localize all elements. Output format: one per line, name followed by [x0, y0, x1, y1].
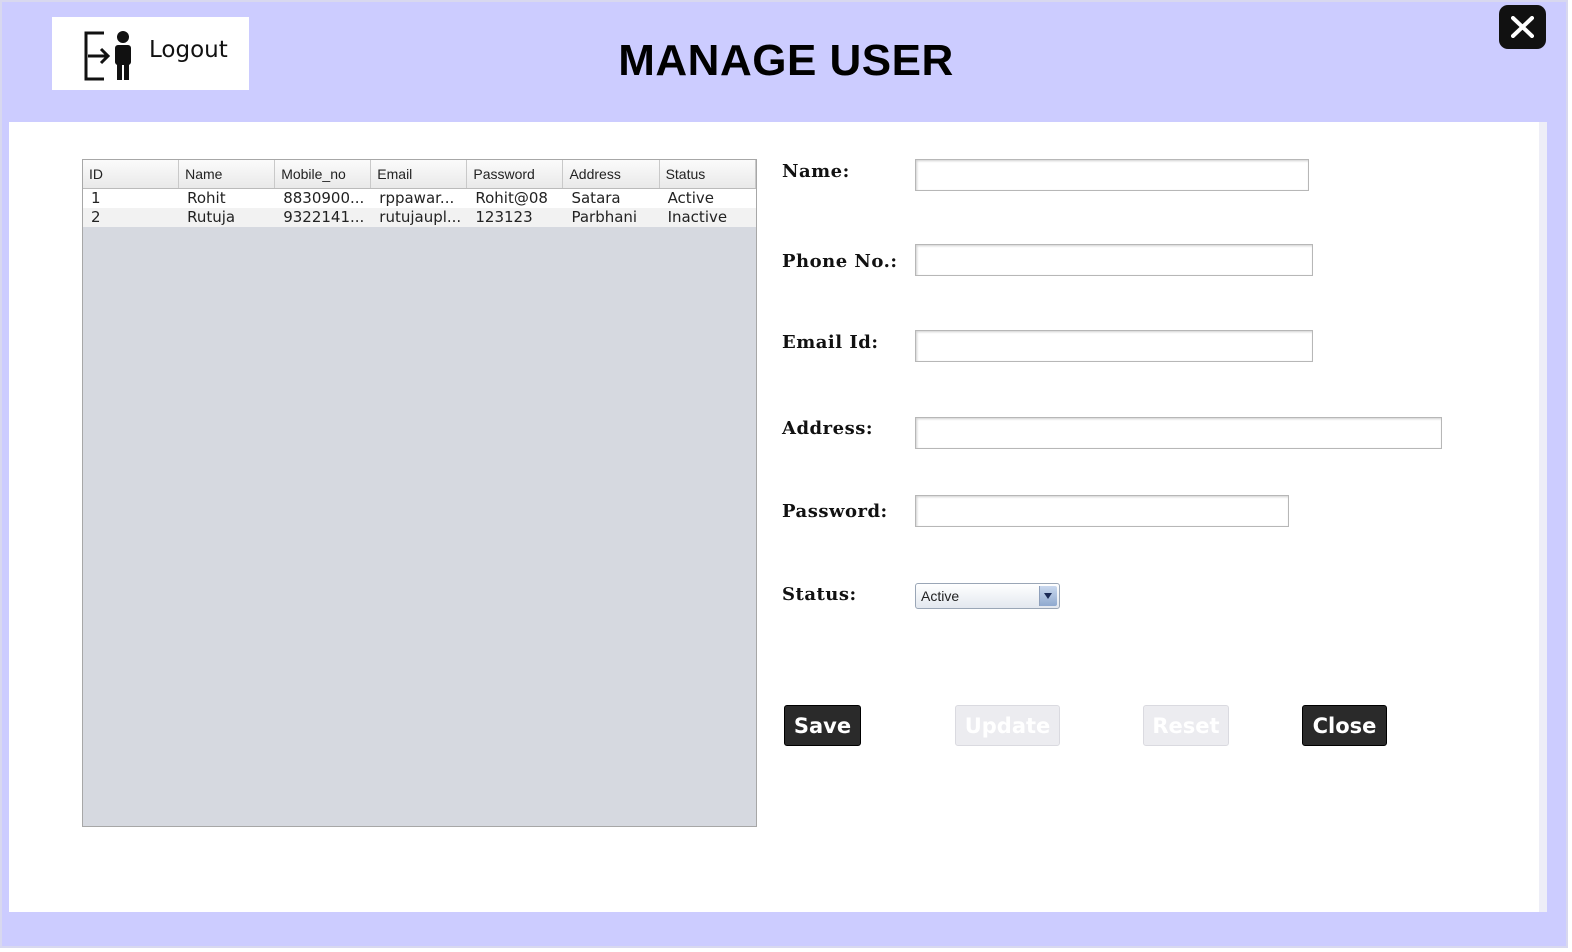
reset-button[interactable]: Reset — [1143, 705, 1229, 746]
address-label: Address: — [782, 418, 873, 439]
phone-label: Phone No.: — [782, 251, 898, 272]
status-label: Status: — [782, 584, 857, 605]
column-header-email[interactable]: Email — [371, 160, 468, 188]
cell-id: 1 — [91, 189, 101, 207]
table-body: 1 Rohit 8830900... rppawar... Rohit@08 S… — [83, 189, 756, 227]
cell-status: Active — [667, 189, 714, 207]
cell-mobile: 8830900... — [283, 189, 365, 207]
cell-id: 2 — [91, 208, 101, 226]
email-field[interactable] — [915, 330, 1313, 362]
update-button[interactable]: Update — [955, 705, 1060, 746]
column-header-mobile[interactable]: Mobile_no — [275, 160, 372, 188]
footer-bar — [2, 914, 1570, 950]
column-header-id[interactable]: ID — [83, 160, 180, 188]
page-title: MANAGE USER — [618, 36, 954, 85]
content-edge — [1539, 122, 1547, 912]
cell-password: 123123 — [475, 208, 533, 226]
cell-name: Rutuja — [187, 208, 236, 226]
password-label: Password: — [782, 501, 888, 522]
status-select[interactable]: Active — [915, 583, 1060, 609]
password-field[interactable] — [915, 495, 1289, 527]
name-field[interactable] — [915, 159, 1309, 191]
table-row[interactable]: 2 Rutuja 9322141... rutujaupl... 123123 … — [83, 208, 756, 227]
column-header-name[interactable]: Name — [179, 160, 276, 188]
chevron-down-icon[interactable] — [1039, 586, 1057, 606]
table-row[interactable]: 1 Rohit 8830900... rppawar... Rohit@08 S… — [83, 189, 756, 208]
address-field[interactable] — [915, 417, 1442, 449]
table-header: ID Name Mobile_no Email Password Address… — [83, 160, 756, 189]
window-close-button[interactable] — [1499, 5, 1546, 49]
cell-password: Rohit@08 — [475, 189, 548, 207]
phone-field[interactable] — [915, 244, 1313, 276]
app-window: Logout MANAGE USER ID Name Mobile_no Ema… — [0, 0, 1568, 948]
column-header-address[interactable]: Address — [563, 160, 660, 188]
users-table[interactable]: ID Name Mobile_no Email Password Address… — [82, 159, 757, 827]
cell-address: Satara — [571, 189, 621, 207]
cell-name: Rohit — [187, 189, 226, 207]
save-button[interactable]: Save — [784, 705, 861, 746]
close-button[interactable]: Close — [1302, 705, 1387, 746]
header-bar: Logout MANAGE USER — [2, 2, 1570, 120]
cell-status: Inactive — [667, 208, 728, 226]
status-selected-value: Active — [921, 588, 960, 604]
column-header-status[interactable]: Status — [660, 160, 756, 188]
cell-mobile: 9322141... — [283, 208, 365, 226]
name-label: Name: — [782, 161, 850, 182]
cell-email: rutujaupl... — [379, 208, 462, 226]
close-icon — [1511, 16, 1534, 38]
column-header-password[interactable]: Password — [467, 160, 564, 188]
cell-email: rppawar... — [379, 189, 455, 207]
cell-address: Parbhani — [571, 208, 638, 226]
email-label: Email Id: — [782, 332, 879, 353]
